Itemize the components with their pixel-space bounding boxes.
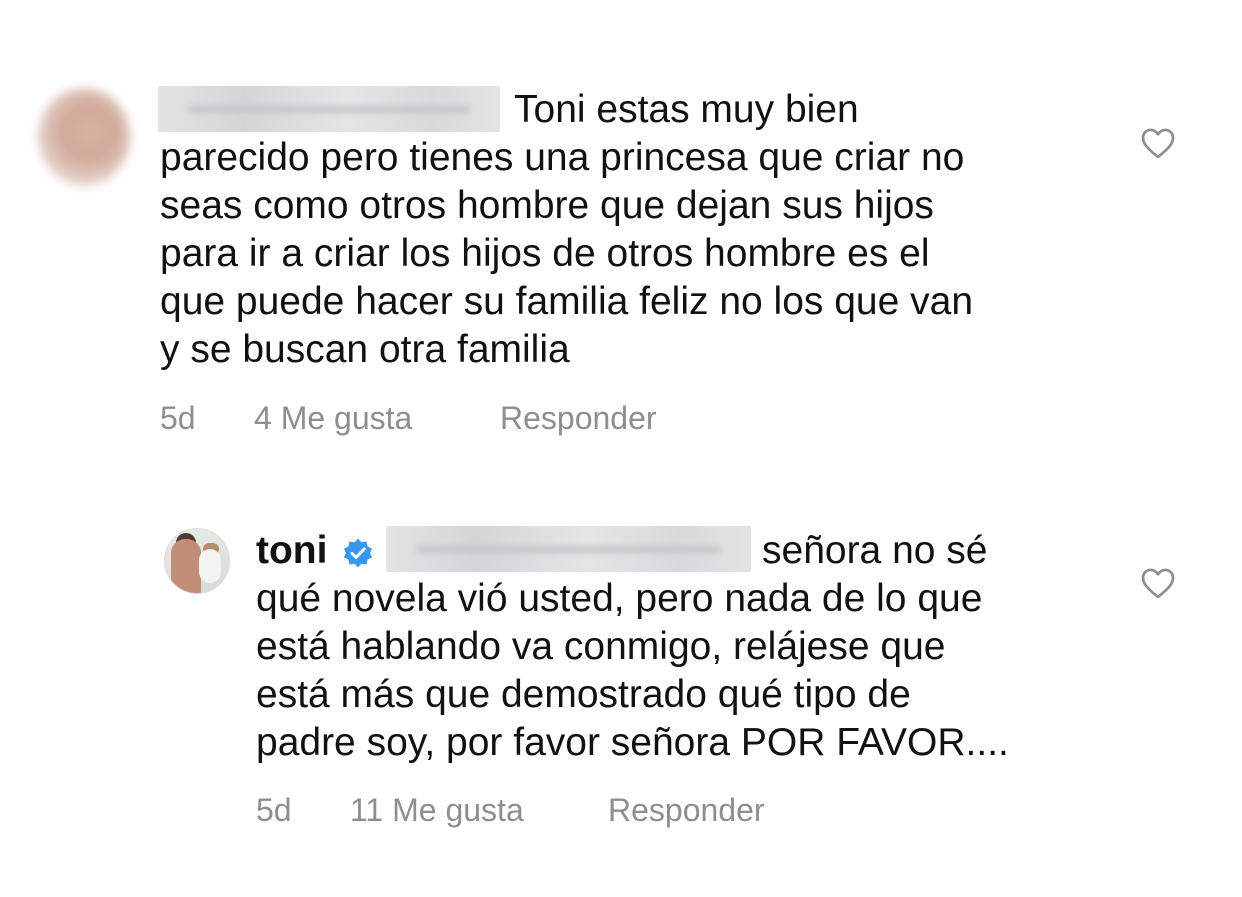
heart-icon[interactable] (1140, 126, 1176, 160)
comment-text-first-line: señora no sé (762, 529, 988, 572)
avatar[interactable] (38, 88, 130, 186)
comment-text: parecido pero tienes una princesa que cr… (160, 136, 974, 371)
heart-icon[interactable] (1140, 566, 1176, 600)
likes-count[interactable]: 11 Me gusta (350, 790, 524, 830)
avatar[interactable] (164, 528, 230, 594)
comment-text: qué novela vió usted, pero nada de lo qu… (256, 577, 1009, 764)
reply-button[interactable]: Responder (608, 790, 765, 830)
comment-text-first-line: Toni estas muy bien (514, 88, 859, 131)
comment-timestamp: 5d (256, 792, 292, 828)
verified-badge-icon (343, 538, 373, 568)
blurred-username[interactable] (158, 86, 500, 132)
likes-count[interactable]: 4 Me gusta (254, 398, 412, 438)
reply-comment: toni señora no sé qué novela vió usted, … (0, 470, 1242, 897)
comment-timestamp: 5d (160, 400, 196, 436)
username[interactable]: toni (256, 527, 327, 575)
reply-button[interactable]: Responder (500, 398, 657, 438)
comment: Toni estas muy bien parecido pero tienes… (0, 0, 1242, 470)
blurred-mention[interactable] (386, 526, 751, 572)
